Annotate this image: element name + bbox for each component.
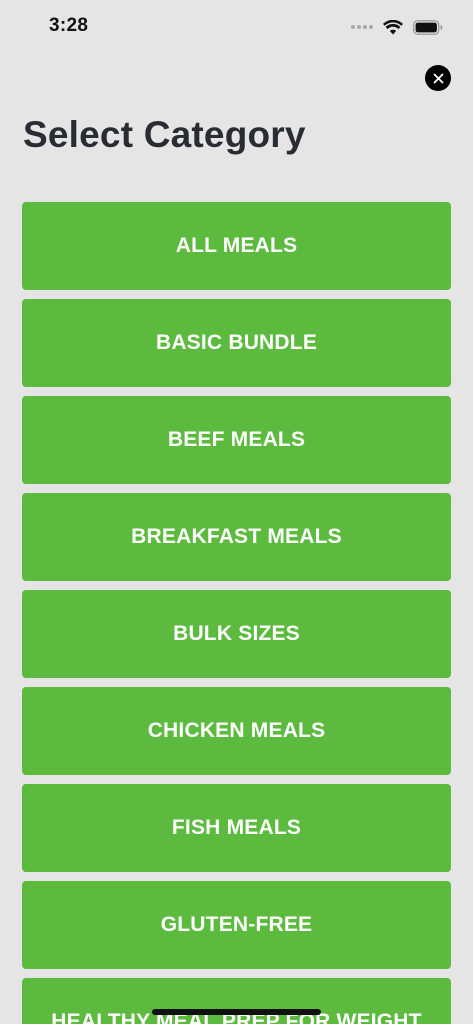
category-label: BULK SIZES: [173, 622, 300, 645]
category-label: BASIC BUNDLE: [155, 331, 318, 354]
home-indicator: [152, 1009, 321, 1015]
status-bar: 3:28: [0, 0, 473, 54]
close-button[interactable]: [425, 65, 451, 91]
battery-icon: [413, 19, 443, 35]
category-list: ALL MEALS BASIC BUNDLE BEEF MEALS BREAKF…: [22, 202, 451, 1024]
category-label: BREAKFAST MEALS: [131, 525, 342, 548]
status-time: 3:28: [49, 15, 89, 36]
category-button-breakfast-meals[interactable]: BREAKFAST MEALS: [22, 493, 451, 581]
category-button-all-meals[interactable]: ALL MEALS: [22, 202, 451, 290]
wifi-icon: [383, 19, 403, 35]
category-button-beef-meals[interactable]: BEEF MEALS: [22, 396, 451, 484]
category-button-healthy-meal-prep[interactable]: HEALTHY MEAL PREP FOR WEIGHT: [22, 978, 451, 1024]
category-screen: 3:28 Select Category ALL MEALS BASIC BUN…: [0, 0, 473, 1024]
category-label: GLUTEN-FREE: [160, 913, 313, 936]
status-indicators: [351, 17, 443, 37]
page-title: Select Category: [23, 114, 306, 155]
category-label: CHICKEN MEALS: [147, 719, 326, 742]
category-button-fish-meals[interactable]: FISH MEALS: [22, 784, 451, 872]
close-icon: [433, 73, 443, 83]
category-label: ALL MEALS: [175, 234, 298, 257]
category-button-gluten-free[interactable]: GLUTEN-FREE: [22, 881, 451, 969]
cellular-signal-icon: [351, 25, 373, 29]
category-label: BEEF MEALS: [167, 428, 306, 451]
category-button-basic-bundle[interactable]: BASIC BUNDLE: [22, 299, 451, 387]
category-button-chicken-meals[interactable]: CHICKEN MEALS: [22, 687, 451, 775]
category-label: FISH MEALS: [171, 816, 302, 839]
category-button-bulk-sizes[interactable]: BULK SIZES: [22, 590, 451, 678]
